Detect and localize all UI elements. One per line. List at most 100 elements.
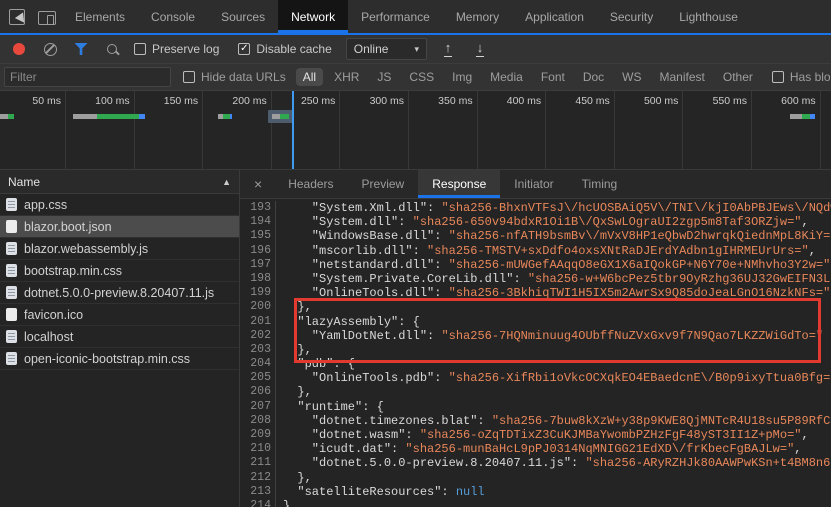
filter-type-js[interactable]: JS [370, 68, 398, 86]
has-blocked-cookies-checkbox[interactable]: Has blocked cookies [772, 70, 831, 84]
tab-console[interactable]: Console [138, 0, 208, 33]
line-number: 202 [240, 329, 276, 343]
tab-security[interactable]: Security [597, 0, 666, 33]
tab-application[interactable]: Application [512, 0, 597, 33]
export-har-button[interactable]: ↓ [467, 37, 493, 61]
waterfall-bar[interactable] [73, 114, 145, 119]
checkbox-icon [183, 71, 195, 83]
waterfall-segment-gray [790, 114, 802, 119]
detail-tab-response[interactable]: Response [418, 170, 500, 198]
preserve-log-checkbox[interactable]: Preserve log [134, 42, 219, 56]
request-name: favicon.ico [24, 308, 83, 322]
line-number: 206 [240, 385, 276, 399]
requests-list: app.cssblazor.boot.json blazor.webassembl… [0, 194, 239, 370]
throttling-select[interactable]: Online ▾ [346, 38, 427, 60]
filter-type-font[interactable]: Font [534, 68, 572, 86]
hide-data-urls-label: Hide data URLs [201, 70, 286, 84]
waterfall-segment-gray [73, 114, 97, 119]
sort-ascending-icon: ▲ [222, 177, 231, 187]
waterfall-segment-green [97, 114, 139, 119]
timeline-tick-label: 100 ms [64, 95, 130, 107]
disable-cache-checkbox[interactable]: ✓ Disable cache [238, 42, 331, 56]
filter-toggle-button[interactable] [68, 37, 94, 61]
file-icon [6, 220, 17, 233]
json-token: "mscorlib.dll": [283, 244, 427, 258]
filter-type-manifest[interactable]: Manifest [653, 68, 712, 86]
devtools-top-icons [0, 0, 62, 33]
waterfall-bar[interactable] [272, 114, 289, 119]
detail-tab-initiator[interactable]: Initiator [500, 170, 567, 198]
line-number: 205 [240, 371, 276, 385]
line-text: "System.Private.CoreLib.dll": "sha256-w+… [276, 272, 831, 286]
detail-tab-preview[interactable]: Preview [348, 170, 419, 198]
json-token: } [283, 499, 290, 507]
filter-type-img[interactable]: Img [445, 68, 479, 86]
tab-sources[interactable]: Sources [208, 0, 278, 33]
network-overview-timeline[interactable]: 50 ms100 ms150 ms200 ms250 ms300 ms350 m… [0, 91, 831, 170]
filter-type-media[interactable]: Media [483, 68, 530, 86]
request-row-bootstrap-min-css[interactable]: bootstrap.min.css [0, 260, 239, 282]
response-body-viewer[interactable]: 193 "System.Xml.dll": "sha256-BhxnVTFsJ\… [240, 199, 831, 507]
waterfall-bar[interactable] [218, 114, 232, 119]
json-string: "sha256-650v94bdxR1Oi1B\/QxSwLOgraUI2zgp… [413, 215, 802, 229]
json-string: "sha256-XifRbi1oVkcOCXqkEO4EBaedcnE\/B0p… [449, 371, 831, 385]
waterfall-bar[interactable] [0, 114, 14, 119]
timeline-tick-label: 350 ms [407, 95, 473, 107]
line-number: 211 [240, 456, 276, 470]
line-text: "YamlDotNet.dll": "sha256-7HQNminuug4OUb… [276, 329, 823, 343]
hide-data-urls-checkbox[interactable]: Hide data URLs [183, 70, 286, 84]
waterfall-segment-green [802, 114, 810, 119]
line-number: 193 [240, 201, 276, 215]
request-row-blazor-webassembly-js[interactable]: blazor.webassembly.js [0, 238, 239, 260]
line-number: 200 [240, 300, 276, 314]
line-number: 204 [240, 357, 276, 371]
clear-button[interactable] [37, 37, 63, 61]
filter-type-ws[interactable]: WS [615, 68, 648, 86]
detail-tab-timing[interactable]: Timing [568, 170, 632, 198]
import-har-button[interactable]: ↑ [435, 37, 461, 61]
request-row-blazor-boot-json[interactable]: blazor.boot.json [0, 216, 239, 238]
requests-list-pane: Name ▲ app.cssblazor.boot.json blazor.web… [0, 170, 240, 507]
line-text: }, [276, 300, 312, 314]
filter-type-other[interactable]: Other [716, 68, 760, 86]
tab-memory[interactable]: Memory [443, 0, 512, 33]
device-toolbar-icon[interactable] [38, 11, 56, 25]
tab-performance[interactable]: Performance [348, 0, 443, 33]
requests-name-header[interactable]: Name ▲ [0, 170, 239, 194]
filter-type-all[interactable]: All [296, 68, 323, 86]
tab-elements[interactable]: Elements [62, 0, 138, 33]
request-row-app-css[interactable]: app.css [0, 194, 239, 216]
json-token: "System.Xml.dll": [283, 201, 441, 215]
request-row-localhost[interactable]: localhost [0, 326, 239, 348]
search-button[interactable] [99, 37, 125, 61]
request-name: blazor.webassembly.js [24, 242, 148, 256]
request-row-favicon-ico[interactable]: favicon.ico [0, 304, 239, 326]
waterfall-bar[interactable] [790, 114, 815, 119]
filter-type-doc[interactable]: Doc [576, 68, 611, 86]
waterfall-segment-green [8, 114, 14, 119]
inspect-element-icon[interactable] [9, 9, 25, 25]
file-icon [6, 330, 17, 343]
line-number: 195 [240, 229, 276, 243]
timeline-tick-label: 550 ms [681, 95, 747, 107]
line-number: 198 [240, 272, 276, 286]
json-string: "sha256-mUWGefAAqqO8eGX1X6aIQokGP+N6Y70e… [449, 258, 831, 272]
line-number: 214 [240, 499, 276, 507]
filter-type-xhr[interactable]: XHR [327, 68, 366, 86]
tab-network[interactable]: Network [278, 0, 348, 33]
detail-tab-headers[interactable]: Headers [274, 170, 347, 198]
filter-type-css[interactable]: CSS [402, 68, 441, 86]
line-number: 194 [240, 215, 276, 229]
waterfall-segment-green [280, 114, 289, 119]
timeline-tick-label: 300 ms [338, 95, 404, 107]
request-row-open-iconic-bootstrap-min-css[interactable]: open-iconic-bootstrap.min.css [0, 348, 239, 370]
tab-lighthouse[interactable]: Lighthouse [666, 0, 751, 33]
filter-input[interactable] [4, 67, 171, 87]
record-button[interactable] [6, 37, 32, 61]
request-row-dotnet-5-0-0-preview-8-20407-11-js[interactable]: dotnet.5.0.0-preview.8.20407.11.js [0, 282, 239, 304]
json-token: "dotnet.wasm": [283, 428, 420, 442]
close-detail-icon[interactable]: × [240, 170, 274, 198]
line-text: }, [276, 343, 312, 357]
timeline-tick-label: 600 ms [750, 95, 816, 107]
line-number: 213 [240, 485, 276, 499]
